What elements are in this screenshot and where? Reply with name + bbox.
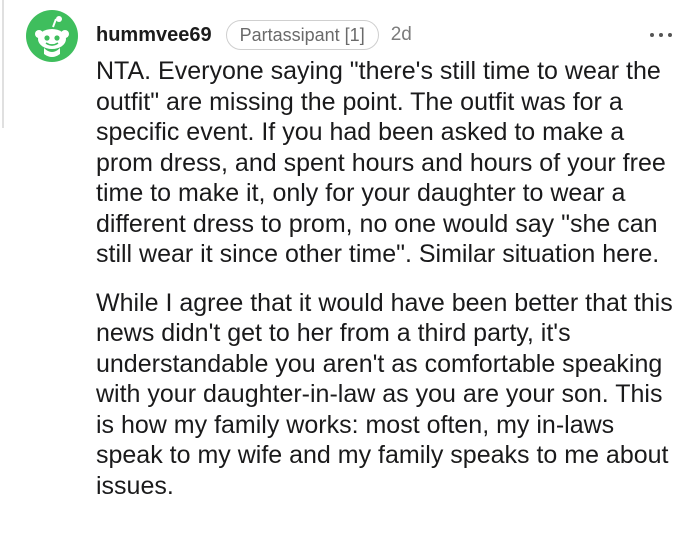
comment-paragraph: NTA. Everyone saying "there's still time… xyxy=(96,57,666,268)
username[interactable]: hummvee69 xyxy=(96,24,212,47)
snoo-avatar-icon xyxy=(26,10,78,62)
thread-line[interactable] xyxy=(0,0,4,128)
comment-paragraph: While I agree that it would have been be… xyxy=(96,288,673,500)
comment-header: hummvee69 Partassipant [1] 2d xyxy=(96,20,412,50)
more-options-button[interactable] xyxy=(648,30,676,40)
user-flair: Partassipant [1] xyxy=(225,20,379,50)
avatar[interactable] xyxy=(26,10,78,62)
more-options-icon xyxy=(650,33,654,37)
comment-age: 2d xyxy=(390,24,412,45)
comment-body: NTA. Everyone saying "there's still time… xyxy=(96,56,686,501)
